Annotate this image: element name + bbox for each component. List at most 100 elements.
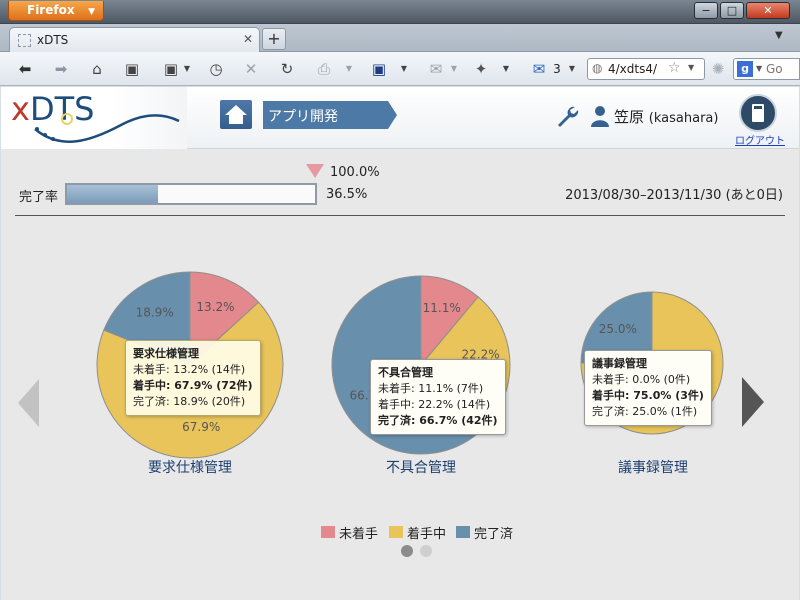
navigation-toolbar: ⬅ ➡ ⌂ ▣ ▣ ▼ ◷ ✕ ↻ ⎙ ▼ ▣ ▼ ✉ ▼ ✦ ▼ ✉ 3 ▼ … xyxy=(0,52,800,86)
legend-label: 未着手 xyxy=(339,527,379,542)
tooltip-title: 要求仕様管理 xyxy=(133,347,199,360)
pie-tooltip-minutes: 議事録管理 未着手: 0.0% (0件) 着手中: 75.0% (3件) 完了済… xyxy=(584,350,712,426)
bookmark-star-icon[interactable]: ☆ xyxy=(668,60,681,76)
pie-label-done: 25.0% xyxy=(599,322,637,336)
url-bar[interactable]: ◍ 4/xdts4/ ☆ ▼ xyxy=(587,58,705,80)
user-display-name: 笠原 (kasahara) xyxy=(614,106,718,127)
tooltip-line-in-progress: 着手中: 22.2% (14件) xyxy=(378,398,491,411)
logo-swoosh-icon xyxy=(34,113,180,143)
minimize-button[interactable]: − xyxy=(694,2,718,19)
pie-title-defects[interactable]: 不具合管理 xyxy=(361,457,481,477)
tab-xdts[interactable]: xDTS ✕ xyxy=(9,27,260,53)
completion-progress-bar xyxy=(65,183,317,205)
chevron-down-icon[interactable]: ▼ xyxy=(398,58,410,80)
pie-label-not-started: 11.1% xyxy=(423,301,461,315)
breadcrumb-project-label: アプリ開発 xyxy=(268,109,338,125)
logout-link[interactable]: ログアウト xyxy=(735,132,785,147)
legend-swatch xyxy=(321,526,335,538)
chevron-down-icon[interactable]: ▼ xyxy=(756,64,762,73)
wrench-icon[interactable] xyxy=(555,104,579,128)
back-arrow-icon[interactable]: ⬅ xyxy=(14,58,36,80)
pie-tooltip-requirements: 要求仕様管理 未着手: 13.2% (14件) 着手中: 67.9% (72件)… xyxy=(125,340,261,416)
pie-title-minutes[interactable]: 議事録管理 xyxy=(593,457,713,477)
logo[interactable]: xDTS xyxy=(1,87,187,149)
close-window-button[interactable]: ✕ xyxy=(746,2,790,19)
chevron-down-icon[interactable]: ▼ xyxy=(343,58,355,80)
divider xyxy=(15,215,785,216)
page-favicon-icon xyxy=(18,34,31,47)
legend-swatch xyxy=(389,526,403,538)
google-engine-icon[interactable]: g xyxy=(737,61,753,77)
chevron-down-icon[interactable]: ▼ xyxy=(181,58,193,80)
chevron-down-icon[interactable]: ▼ xyxy=(448,58,460,80)
project-period: 2013/08/30–2013/11/30 (あと0日) xyxy=(565,188,783,203)
door-icon xyxy=(752,104,764,122)
legend-swatch xyxy=(456,526,470,538)
carousel-dot-2[interactable] xyxy=(420,545,432,557)
pie-label-not-started: 13.2% xyxy=(196,300,234,314)
tab-close-icon[interactable]: ✕ xyxy=(243,32,253,46)
chevron-down-icon[interactable]: ▼ xyxy=(566,58,578,80)
carousel-dot-1[interactable] xyxy=(401,545,413,557)
stop-icon[interactable]: ✕ xyxy=(240,58,262,80)
chevron-down-icon[interactable]: ▼ xyxy=(688,63,694,72)
reload-icon[interactable]: ↻ xyxy=(276,58,298,80)
tooltip-line-done: 完了済: 25.0% (1件) xyxy=(592,405,698,418)
tooltip-line-done: 完了済: 18.9% (20件) xyxy=(133,395,246,408)
app-header: xDTS アプリ開発 笠原 (kasahara) ログアウト xyxy=(1,87,799,149)
user-login-id: (kasahara) xyxy=(648,111,719,126)
carousel-next-arrow-icon[interactable] xyxy=(742,377,764,427)
tab-title: xDTS xyxy=(37,33,69,47)
print-icon[interactable]: ⎙ xyxy=(313,58,335,80)
tooltip-line-in-progress: 着手中: 67.9% (72件) xyxy=(133,379,253,392)
firefox-menu-label: Firefox xyxy=(27,3,75,17)
tooltip-line-not-started: 未着手: 13.2% (14件) xyxy=(133,363,246,376)
forward-arrow-icon[interactable]: ➡ xyxy=(50,58,72,80)
tooltip-line-not-started: 未着手: 11.1% (7件) xyxy=(378,382,484,395)
completion-progress-fill xyxy=(67,185,158,203)
tooltip-title: 議事録管理 xyxy=(592,357,647,370)
page-content: xDTS アプリ開発 笠原 (kasahara) ログアウト 100.0% 完了… xyxy=(1,87,799,600)
search-bar[interactable]: g ▼ Go xyxy=(733,58,800,80)
save-icon[interactable]: ▣ xyxy=(368,58,390,80)
history-clock-icon[interactable]: ◷ xyxy=(205,58,227,80)
firefox-menu-button[interactable]: Firefox ▼ xyxy=(8,1,104,21)
chevron-down-icon[interactable]: ▼ xyxy=(500,58,512,80)
extension-icon[interactable]: ✦ xyxy=(470,58,492,80)
mail-icon[interactable]: ✉ xyxy=(528,58,550,80)
bookmark-star-icon[interactable]: ▣ xyxy=(121,58,143,80)
url-text[interactable]: 4/xdts4/ xyxy=(608,62,657,76)
completion-rate-label: 完了率 xyxy=(19,190,59,205)
logout-button[interactable] xyxy=(739,94,777,132)
new-tab-button[interactable]: + xyxy=(262,28,286,50)
chevron-down-icon: ▼ xyxy=(88,7,95,17)
bookmarks-menu-icon[interactable]: ▣ xyxy=(160,58,182,80)
tooltip-title: 不具合管理 xyxy=(378,366,433,379)
search-input[interactable]: Go xyxy=(766,62,783,76)
pie-label-done: 18.9% xyxy=(136,306,174,320)
tooltip-line-not-started: 未着手: 0.0% (0件) xyxy=(592,373,691,386)
completion-rate-value: 36.5% xyxy=(326,187,368,202)
mail-count-badge: 3 xyxy=(553,62,561,76)
home-button[interactable] xyxy=(220,100,252,129)
send-link-icon[interactable]: ✉ xyxy=(425,58,447,80)
target-marker-icon xyxy=(306,164,324,178)
legend-label: 完了済 xyxy=(474,527,514,542)
breadcrumb[interactable]: アプリ開発 xyxy=(263,101,397,129)
tab-bar: xDTS ✕ + ▼ xyxy=(0,24,800,53)
home-icon[interactable]: ⌂ xyxy=(86,58,108,80)
pie-title-requirements[interactable]: 要求仕様管理 xyxy=(130,457,250,477)
user-full-name: 笠原 xyxy=(614,108,645,126)
pie-label-in-progress: 67.9% xyxy=(182,420,220,434)
maximize-button[interactable]: □ xyxy=(720,2,744,19)
loading-spinner-icon: ✺ xyxy=(711,60,725,78)
globe-icon: ◍ xyxy=(592,61,603,75)
user-icon xyxy=(591,106,609,127)
carousel-prev-arrow-icon[interactable] xyxy=(18,379,39,427)
home-icon xyxy=(225,105,247,124)
target-rate-label: 100.0% xyxy=(330,165,380,180)
tooltip-line-done: 完了済: 66.7% (42件) xyxy=(378,414,498,427)
pie-tooltip-defects: 不具合管理 未着手: 11.1% (7件) 着手中: 22.2% (14件) 完… xyxy=(370,359,506,435)
window-titlebar: Firefox ▼ − □ ✕ xyxy=(0,0,800,24)
tab-list-dropdown-icon[interactable]: ▼ xyxy=(775,30,783,41)
